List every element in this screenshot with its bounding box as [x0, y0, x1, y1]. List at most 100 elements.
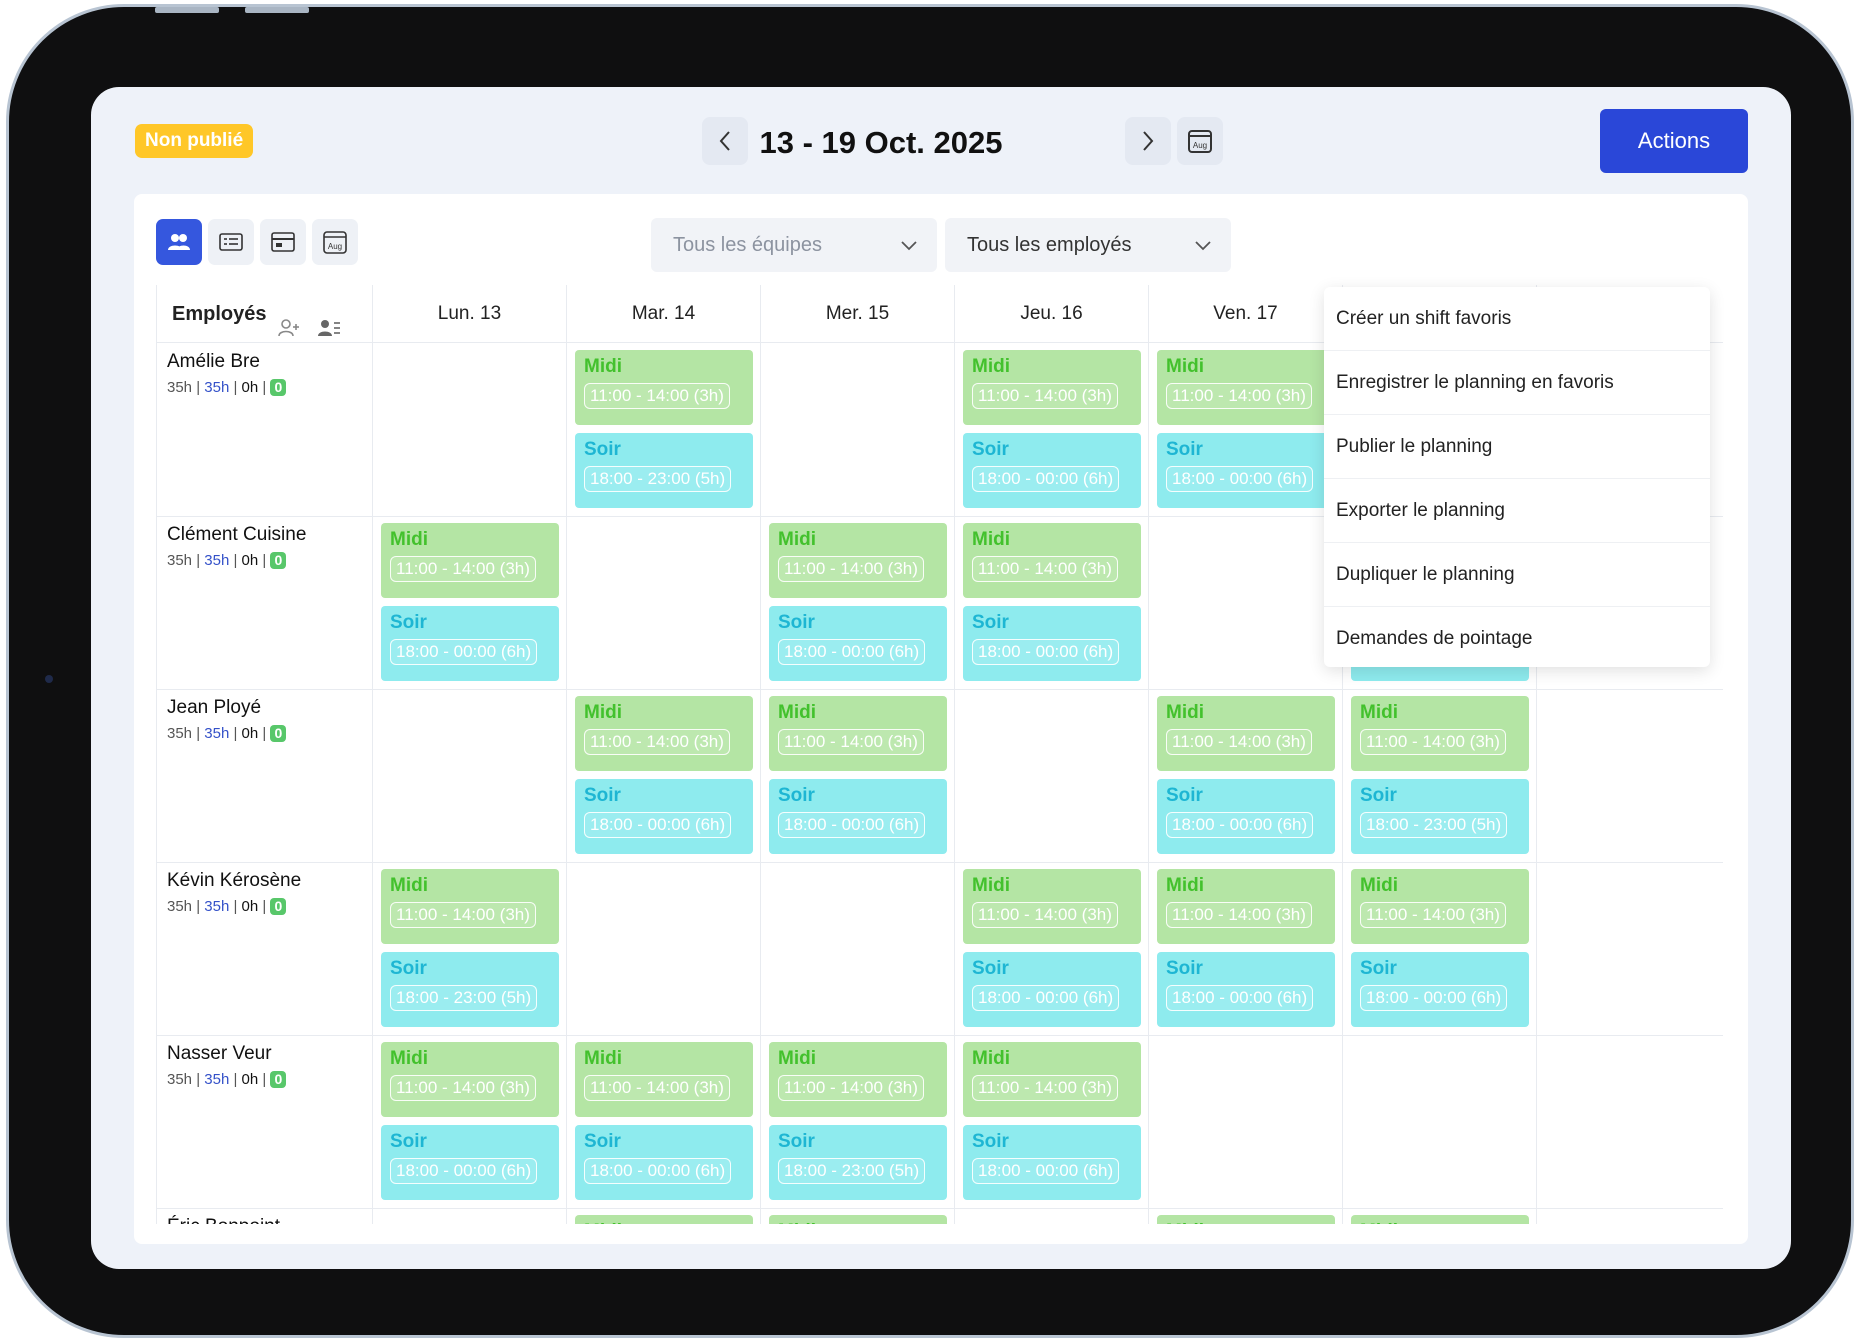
menu-item-create-favorite-shift[interactable]: Créer un shift favoris [1324, 287, 1710, 351]
shift-card-midi[interactable]: Midi 11:00 - 14:00 (3h) [575, 350, 753, 425]
shift-label: Soir [972, 612, 1009, 633]
shift-card-midi[interactable]: Midi 11:00 - 14:00 (3h) [381, 1042, 559, 1117]
employee-name[interactable]: Kévin Kérosène [167, 870, 301, 892]
teams-filter-select[interactable]: Tous les équipes [651, 218, 937, 272]
employees-filter-select[interactable]: Tous les employés [945, 218, 1231, 272]
employee-hours-summary: 35h | 35h | 0h | 0 [167, 725, 287, 742]
shift-time: 18:00 - 00:00 (6h) [1166, 812, 1314, 838]
shift-time: 18:00 - 00:00 (6h) [584, 1158, 732, 1184]
shift-card-soir[interactable]: Soir 18:00 - 00:00 (6h) [1157, 952, 1335, 1027]
shift-card-soir[interactable]: Soir 18:00 - 00:00 (6h) [963, 433, 1141, 508]
shift-card-midi[interactable]: Midi 11:00 - 14:00 (3h) [963, 869, 1141, 944]
employee-name[interactable]: Éric Bonpoint [167, 1216, 280, 1224]
shift-card-midi[interactable]: Midi 11:00 - 14:00 (3h) [1157, 350, 1335, 425]
shift-label: Soir [1166, 439, 1203, 460]
shift-time: 11:00 - 14:00 (3h) [1360, 902, 1506, 928]
extra-hours: 0h [241, 725, 259, 742]
shift-card-midi[interactable]: Midi 11:00 - 14:00 (3h) [1351, 869, 1529, 944]
shift-card-midi[interactable]: Midi 11:00 - 14:00 (3h) [769, 1042, 947, 1117]
view-list-button[interactable] [208, 219, 254, 265]
shift-label: Midi [1166, 875, 1204, 896]
menu-item-save-planning-favorite[interactable]: Enregistrer le planning en favoris [1324, 351, 1710, 415]
shift-card-midi[interactable]: Midi 11:00 - 14:00 (3h) [1157, 869, 1335, 944]
shift-card-midi[interactable]: Midi [575, 1215, 753, 1224]
shift-card-soir[interactable]: Soir 18:00 - 23:00 (5h) [1351, 779, 1529, 854]
date-picker-button[interactable]: Aug [1177, 117, 1223, 165]
shift-label: Midi [584, 702, 622, 723]
shift-time: 11:00 - 14:00 (3h) [972, 556, 1118, 582]
menu-item-duplicate-planning[interactable]: Dupliquer le planning [1324, 543, 1710, 607]
view-week-button[interactable] [260, 219, 306, 265]
chevron-down-icon [901, 218, 917, 272]
chevron-right-icon [1143, 131, 1154, 151]
menu-item-export-planning[interactable]: Exporter le planning [1324, 479, 1710, 543]
shift-time: 11:00 - 14:00 (3h) [1166, 383, 1312, 409]
day-column-header: Mar. 14 [567, 285, 761, 343]
row-divider [157, 862, 1723, 863]
count-badge: 0 [270, 898, 287, 915]
shift-label: Soir [778, 612, 815, 633]
shift-card-soir[interactable]: Soir 18:00 - 23:00 (5h) [381, 952, 559, 1027]
shift-card-soir[interactable]: Soir 18:00 - 00:00 (6h) [1157, 433, 1335, 508]
shift-card-midi[interactable]: Midi 11:00 - 14:00 (3h) [769, 523, 947, 598]
shift-label: Midi [972, 875, 1010, 896]
employee-name[interactable]: Jean Ployé [167, 697, 261, 719]
employee-name[interactable]: Amélie Bre [167, 351, 260, 373]
menu-item-clocking-requests[interactable]: Demandes de pointage [1324, 607, 1710, 670]
shift-card-soir[interactable]: Soir 18:00 - 00:00 (6h) [1157, 779, 1335, 854]
shift-label: Midi [1360, 702, 1398, 723]
shift-card-midi[interactable]: Midi 11:00 - 14:00 (3h) [769, 696, 947, 771]
shift-card-midi[interactable]: Midi 11:00 - 14:00 (3h) [1157, 696, 1335, 771]
shift-card-midi[interactable]: Midi 11:00 - 14:00 (3h) [963, 350, 1141, 425]
shift-card-midi[interactable]: Midi [1157, 1215, 1335, 1224]
add-employee-icon[interactable] [277, 303, 301, 361]
shift-card-soir[interactable]: Soir 18:00 - 23:00 (5h) [575, 433, 753, 508]
shift-card-midi[interactable]: Midi [769, 1215, 947, 1224]
shift-card-soir[interactable]: Soir 18:00 - 00:00 (6h) [575, 1125, 753, 1200]
tablet-frame: Non publié 13 - 19 Oct. 2025 Aug Actions [6, 4, 1854, 1338]
list-card-icon [219, 233, 243, 251]
shift-time: 11:00 - 14:00 (3h) [584, 1075, 730, 1101]
shift-card-midi[interactable]: Midi 11:00 - 14:00 (3h) [381, 869, 559, 944]
view-month-button[interactable]: Aug [312, 219, 358, 265]
shift-card-soir[interactable]: Soir 18:00 - 00:00 (6h) [769, 779, 947, 854]
shift-card-soir[interactable]: Soir 18:00 - 00:00 (6h) [575, 779, 753, 854]
shift-label: Soir [390, 1131, 427, 1152]
shift-card-midi[interactable]: Midi [1351, 1215, 1529, 1224]
employee-hours-summary: 35h | 35h | 0h | 0 [167, 898, 287, 915]
shift-label: Midi [584, 356, 622, 377]
shift-time: 11:00 - 14:00 (3h) [972, 902, 1118, 928]
shift-card-soir[interactable]: Soir 18:00 - 00:00 (6h) [381, 1125, 559, 1200]
extra-hours: 0h [241, 379, 259, 396]
employee-name[interactable]: Nasser Veur [167, 1043, 272, 1065]
shift-card-soir[interactable]: Soir 18:00 - 00:00 (6h) [381, 606, 559, 681]
view-team-button[interactable] [156, 219, 202, 265]
next-week-button[interactable] [1125, 117, 1171, 165]
shift-card-soir[interactable]: Soir 18:00 - 00:00 (6h) [769, 606, 947, 681]
shift-label: Midi [972, 1048, 1010, 1069]
shift-card-midi[interactable]: Midi 11:00 - 14:00 (3h) [963, 1042, 1141, 1117]
employee-name[interactable]: Clément Cuisine [167, 524, 306, 546]
shift-card-midi[interactable]: Midi 11:00 - 14:00 (3h) [963, 523, 1141, 598]
shift-card-midi[interactable]: Midi 11:00 - 14:00 (3h) [1351, 696, 1529, 771]
shift-card-soir[interactable]: Soir 18:00 - 00:00 (6h) [963, 606, 1141, 681]
menu-item-publish-planning[interactable]: Publier le planning [1324, 415, 1710, 479]
column-divider [954, 285, 955, 1224]
contract-hours: 35h [167, 1071, 193, 1088]
employees-filter-value: Tous les employés [967, 234, 1132, 256]
shift-time: 18:00 - 00:00 (6h) [972, 466, 1120, 492]
employee-list-icon[interactable] [317, 303, 341, 361]
shift-card-soir[interactable]: Soir 18:00 - 00:00 (6h) [963, 952, 1141, 1027]
row-divider [157, 1208, 1723, 1209]
shift-card-midi[interactable]: Midi 11:00 - 14:00 (3h) [575, 696, 753, 771]
row-divider [157, 689, 1723, 690]
day-column-header: Lun. 13 [373, 285, 567, 343]
shift-label: Midi [1360, 875, 1398, 896]
shift-card-soir[interactable]: Soir 18:00 - 00:00 (6h) [963, 1125, 1141, 1200]
planned-hours: 35h [204, 725, 230, 742]
shift-card-midi[interactable]: Midi 11:00 - 14:00 (3h) [575, 1042, 753, 1117]
shift-card-midi[interactable]: Midi 11:00 - 14:00 (3h) [381, 523, 559, 598]
shift-card-soir[interactable]: Soir 18:00 - 00:00 (6h) [1351, 952, 1529, 1027]
shift-card-soir[interactable]: Soir 18:00 - 23:00 (5h) [769, 1125, 947, 1200]
actions-button[interactable]: Actions [1600, 109, 1748, 173]
